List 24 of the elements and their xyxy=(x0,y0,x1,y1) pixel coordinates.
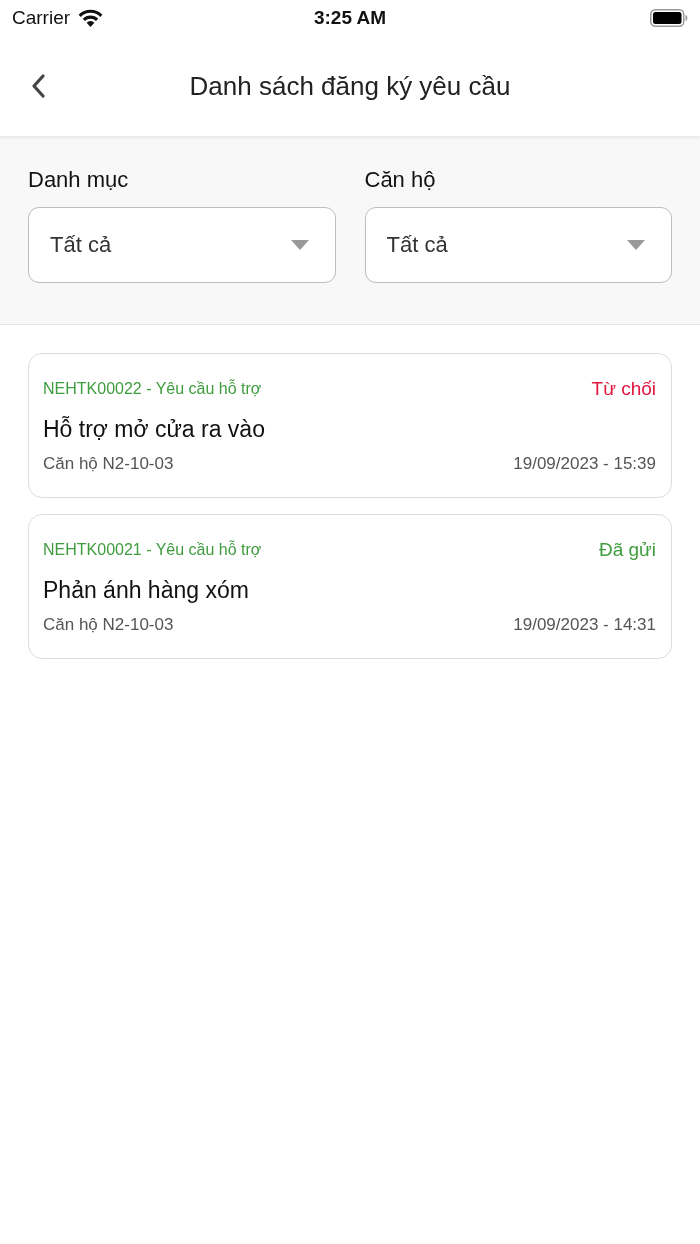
request-title: Phản ánh hàng xóm xyxy=(43,576,249,604)
screen-title: Danh sách đăng ký yêu cầu xyxy=(189,70,511,102)
back-chevron-icon xyxy=(31,74,45,98)
dropdown-caret-icon xyxy=(290,240,309,250)
apartment-label: Căn hộ N2-10-03 xyxy=(43,614,174,636)
request-status: Đã gửi xyxy=(598,539,656,561)
battery-icon xyxy=(650,9,688,27)
filter-dropdown[interactable]: Tất cả xyxy=(28,207,336,283)
request-card[interactable]: NEHTK00021 - Yêu cầu hỗ trợ Đã gửi Phản ánh hàng xóm Căn hộ N2-10-03 19/09/2023 - 14:31 xyxy=(28,514,672,659)
request-card[interactable]: NEHTK00022 - Yêu cầu hỗ trợ Từ chối Hỗ trợ mở cửa ra vào Căn hộ N2-10-03 19/09/2023 - 15:39 xyxy=(28,353,672,498)
request-datetime: 19/09/2023 - 15:39 xyxy=(513,453,656,475)
clock-time: 3:25 AM xyxy=(313,7,387,29)
carrier-label: Carrier xyxy=(12,7,71,29)
request-code: NEHTK00022 - Yêu cầu hỗ trợ xyxy=(43,378,262,399)
request-status: Từ chối xyxy=(591,378,656,400)
filter-dropdown[interactable]: Tất cả xyxy=(364,207,672,283)
dropdown-caret-icon xyxy=(627,240,645,250)
apartment-label: Căn hộ N2-10-03 xyxy=(43,453,174,475)
filter-label: Căn hộ xyxy=(364,167,437,193)
request-datetime: 19/09/2023 - 14:31 xyxy=(513,614,656,636)
request-title: Hỗ trợ mở cửa ra vào xyxy=(43,415,265,443)
filter-label: Danh mục xyxy=(28,167,130,193)
request-code: NEHTK00021 - Yêu cầu hỗ trợ xyxy=(43,539,262,560)
wifi-icon xyxy=(78,9,104,27)
